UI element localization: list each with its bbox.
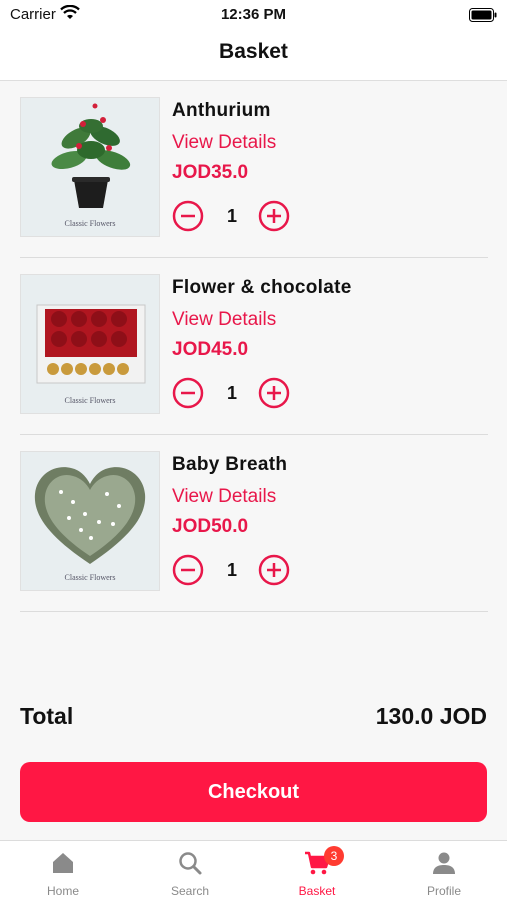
product-name: Flower & chocolate <box>172 277 352 298</box>
tab-profile[interactable]: Profile <box>381 841 507 901</box>
tab-search[interactable]: Search <box>127 841 253 901</box>
item-info: Anthurium View Details JOD35.0 1 <box>172 100 290 232</box>
minus-circle-icon <box>172 554 204 586</box>
view-details-link[interactable]: View Details <box>172 132 276 154</box>
plus-circle-icon <box>258 200 290 232</box>
item-info: Baby Breath View Details JOD50.0 1 <box>172 454 290 586</box>
item-info: Flower & chocolate View Details JOD45.0 … <box>172 277 352 409</box>
status-bar: Carrier 12:36 PM <box>0 0 507 30</box>
profile-icon <box>433 852 455 874</box>
view-details-link[interactable]: View Details <box>172 486 287 508</box>
brand-watermark: Classic Flowers <box>64 219 116 228</box>
minus-circle-icon <box>172 200 204 232</box>
product-image[interactable]: Classic Flowers <box>20 451 160 591</box>
tab-bar: Home Search 3 Basket Profile <box>0 840 507 901</box>
tab-label: Home <box>46 884 79 898</box>
tab-basket[interactable]: 3 Basket <box>254 841 380 901</box>
view-details-link[interactable]: View Details <box>172 309 352 331</box>
total-row: Total 130.0 JOD <box>20 703 487 735</box>
status-time: 12:36 PM <box>220 6 287 23</box>
product-name: Anthurium <box>172 100 271 121</box>
tab-home[interactable]: Home <box>0 841 126 901</box>
tab-label: Search <box>170 884 210 898</box>
increase-quantity-button[interactable] <box>258 377 290 409</box>
decrease-quantity-button[interactable] <box>172 200 204 232</box>
page-title: Basket <box>219 40 288 63</box>
navigation-bar: Basket <box>0 30 507 81</box>
quantity-stepper: 1 <box>172 554 302 590</box>
product-name: Baby Breath <box>172 454 288 475</box>
quantity-value: 1 <box>226 383 237 403</box>
brand-watermark: Classic Flowers <box>64 396 116 405</box>
battery-icon <box>469 8 497 26</box>
basket-item: Classic Flowers Anthurium View Details J… <box>20 80 488 258</box>
increase-quantity-button[interactable] <box>258 200 290 232</box>
total-label: Total <box>20 703 74 729</box>
product-price: JOD45.0 <box>172 339 249 360</box>
minus-circle-icon <box>172 377 204 409</box>
cart-count-badge: 3 <box>324 846 344 866</box>
flower-chocolate-box-image <box>36 304 146 384</box>
tab-label: Basket <box>298 884 336 898</box>
baby-breath-heart-image <box>34 467 146 564</box>
brand-watermark: Classic Flowers <box>64 573 116 582</box>
decrease-quantity-button[interactable] <box>172 377 204 409</box>
anthurium-plant-image <box>51 103 131 208</box>
increase-quantity-button[interactable] <box>258 554 290 586</box>
quantity-stepper: 1 <box>172 200 302 236</box>
total-amount: 130.0 JOD <box>375 703 487 729</box>
basket-item: Classic Flowers Flower & chocolate View … <box>20 257 488 435</box>
product-price: JOD35.0 <box>172 162 249 183</box>
quantity-value: 1 <box>226 560 237 580</box>
quantity-value: 1 <box>226 206 237 226</box>
checkout-button[interactable]: Checkout <box>20 762 487 822</box>
home-icon <box>53 853 73 873</box>
quantity-stepper: 1 <box>172 377 302 413</box>
product-image[interactable]: Classic Flowers <box>20 274 160 414</box>
product-image[interactable]: Classic Flowers <box>20 97 160 237</box>
search-icon <box>179 852 202 875</box>
decrease-quantity-button[interactable] <box>172 554 204 586</box>
tab-label: Profile <box>426 884 461 898</box>
product-price: JOD50.0 <box>172 516 249 537</box>
plus-circle-icon <box>258 554 290 586</box>
basket-item: Classic Flowers Baby Breath View Details… <box>20 434 488 612</box>
plus-circle-icon <box>258 377 290 409</box>
